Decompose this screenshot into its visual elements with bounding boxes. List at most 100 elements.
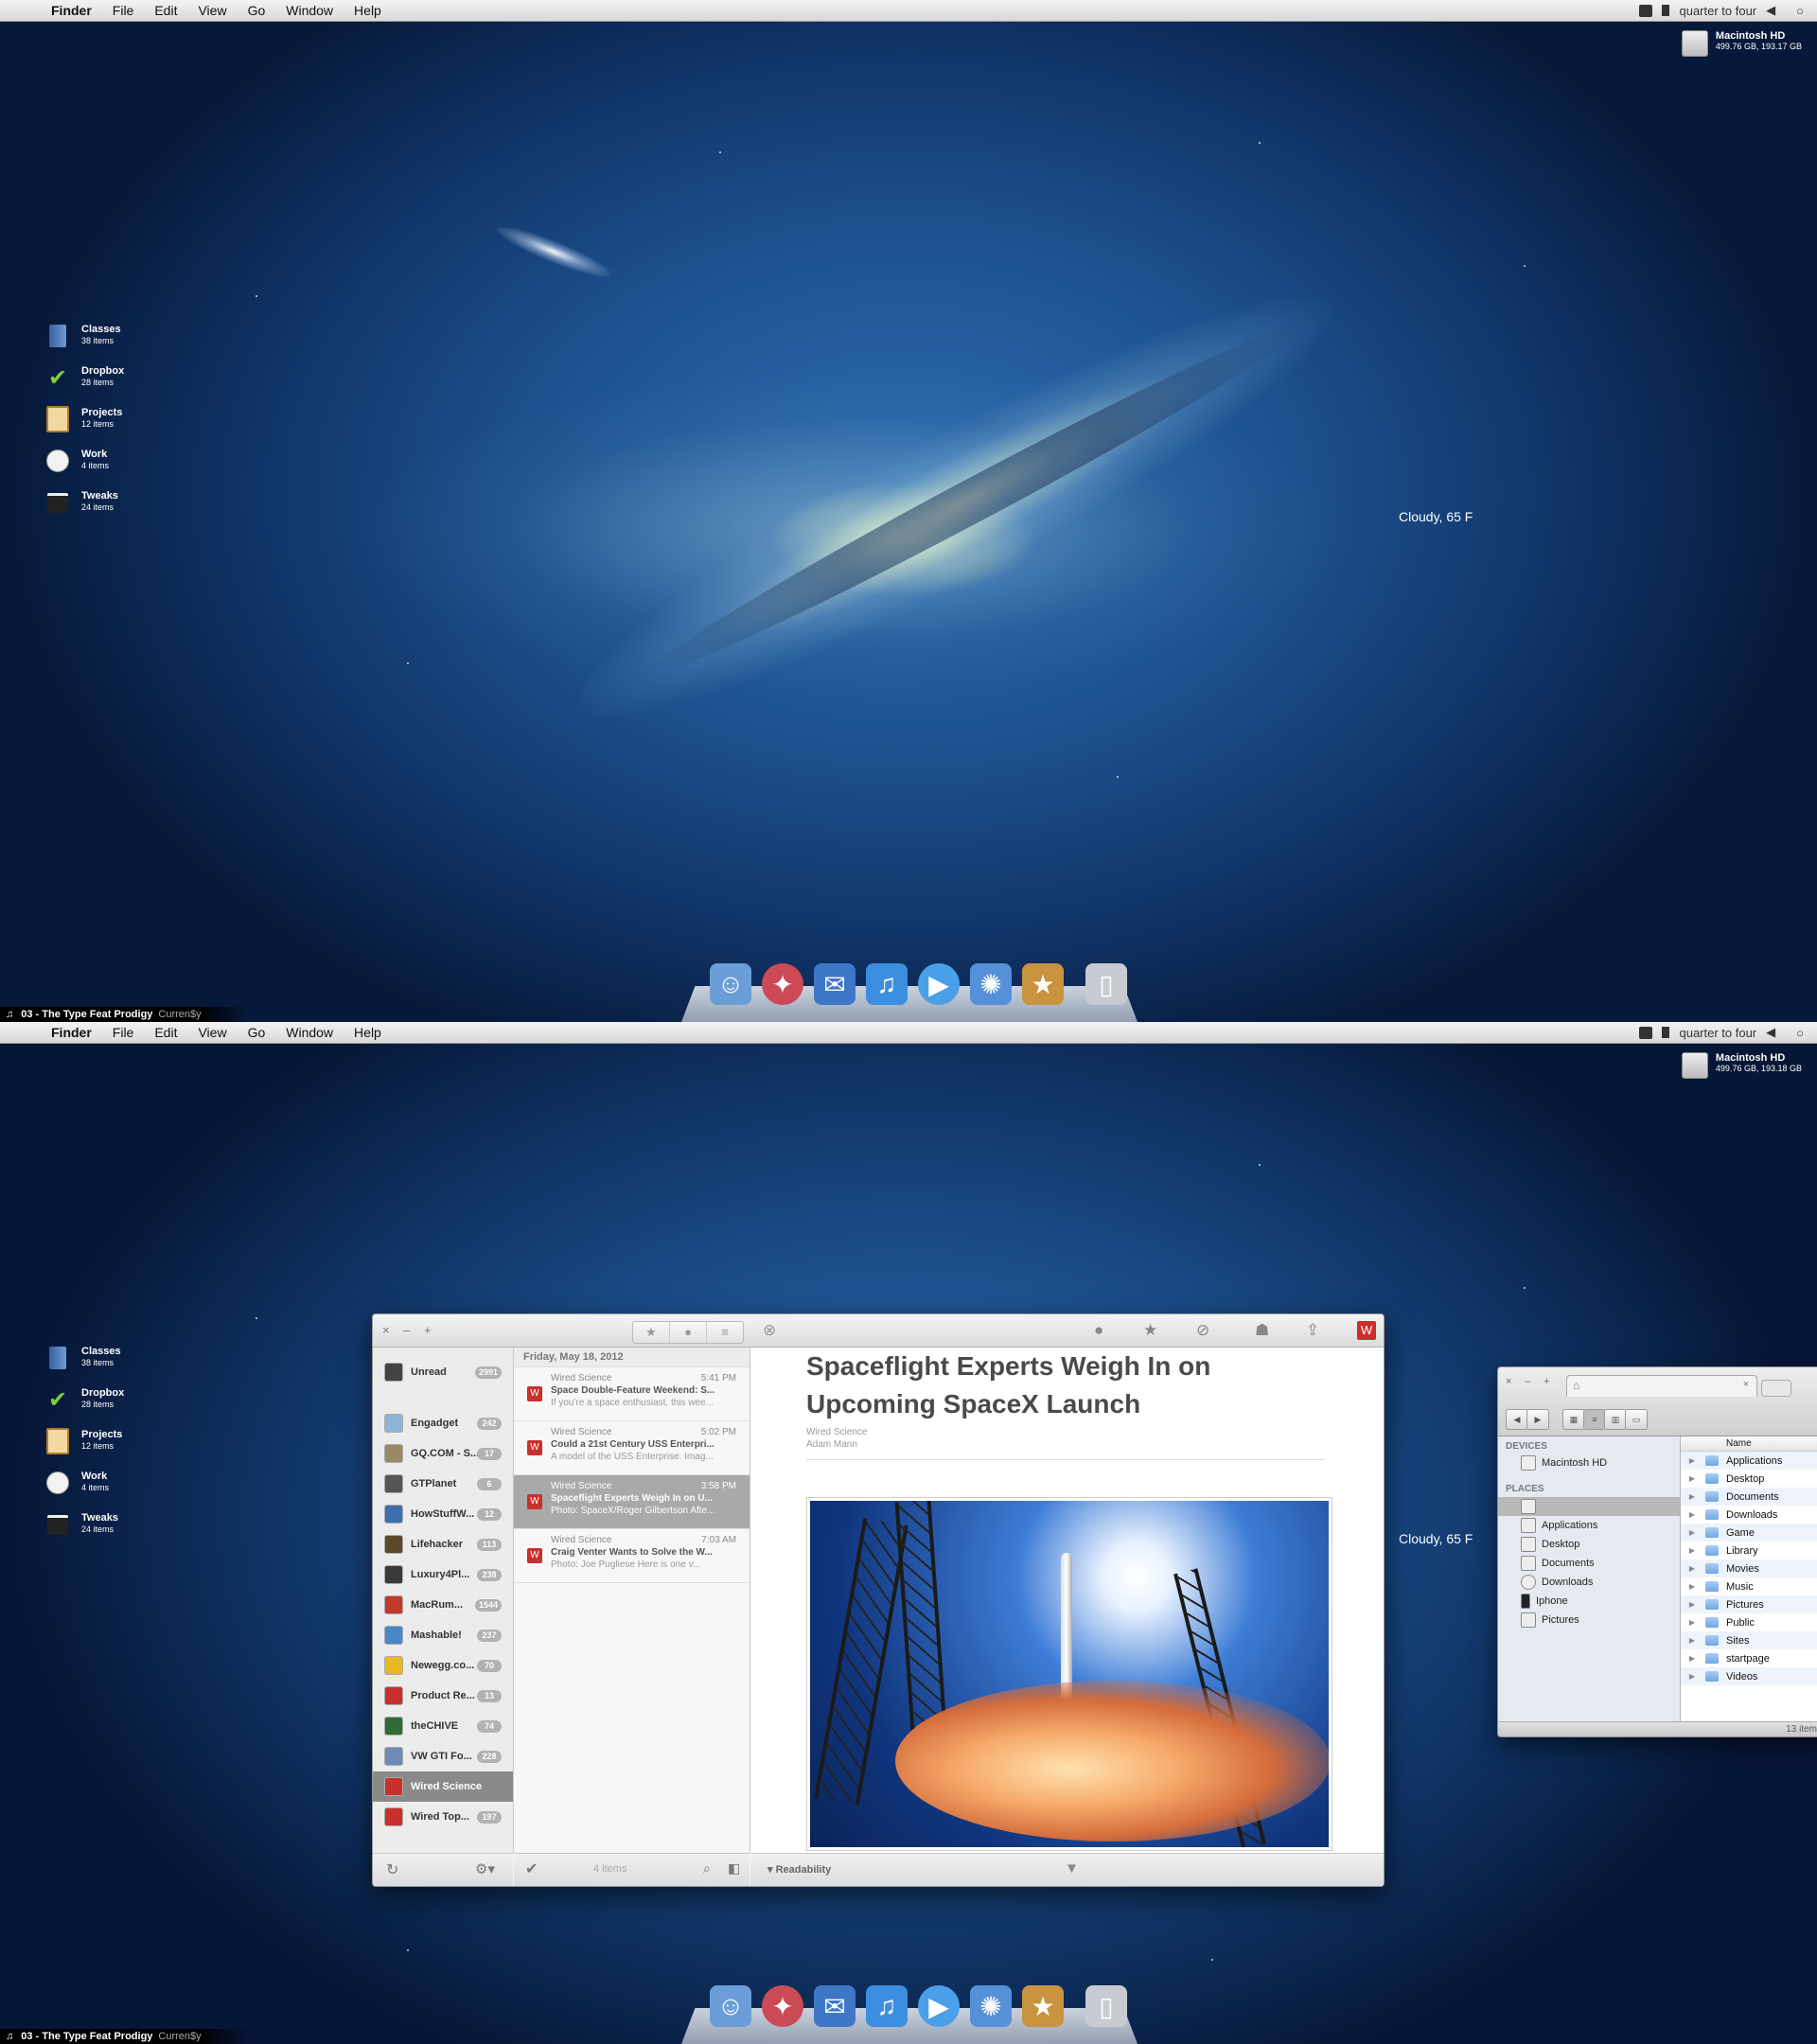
feed-item[interactable]: MacRum... 1544	[373, 1590, 513, 1620]
column-header-name[interactable]: Name	[1681, 1436, 1817, 1452]
all-filter-icon[interactable]: ≡	[707, 1322, 743, 1343]
menu-edit[interactable]: Edit	[154, 1025, 177, 1040]
mail-icon[interactable]: ✉	[814, 1985, 856, 2027]
mark-unread-icon[interactable]: ●	[1094, 1321, 1103, 1340]
finder-icon[interactable]: ☺	[710, 1985, 751, 2027]
menu-help[interactable]: Help	[354, 3, 381, 18]
feed-item[interactable]: Unread 2991	[373, 1357, 513, 1387]
feed-item[interactable]: Lifehacker 113	[373, 1529, 513, 1559]
menu-window[interactable]: Window	[286, 3, 333, 18]
feed-item[interactable]: GTPlanet 6	[373, 1469, 513, 1499]
menu-file[interactable]: File	[113, 3, 134, 18]
file-row[interactable]: ▶ Applications	[1681, 1452, 1817, 1470]
sidebar-item-desktop[interactable]: Desktop	[1521, 1535, 1579, 1554]
zoom-icon[interactable]: +	[1544, 1376, 1549, 1387]
feed-item[interactable]: HowStuffW... 12	[373, 1499, 513, 1529]
preview-icon[interactable]: ✺	[970, 963, 1012, 1005]
bookmark-icon[interactable]	[1662, 1027, 1670, 1038]
shelf-item-projects[interactable]: Projects 12 items	[45, 1428, 124, 1471]
feed-item[interactable]: Mashable! 237	[373, 1620, 513, 1650]
article-list-item[interactable]: W Wired Science 7:03 AM Craig Venter Wants …	[514, 1529, 750, 1583]
star-icon[interactable]: ★	[1143, 1321, 1157, 1340]
column-view-button[interactable]: ▥	[1604, 1409, 1627, 1430]
sidebar-item-home[interactable]	[1498, 1497, 1680, 1516]
icon-view-button[interactable]: ▦	[1562, 1409, 1585, 1430]
file-row[interactable]: ▶ Game	[1681, 1524, 1817, 1542]
feed-item[interactable]: Wired Science	[373, 1771, 513, 1802]
disclosure-triangle-icon[interactable]: ▶	[1685, 1636, 1700, 1645]
sidebar-item-pictures[interactable]: Pictures	[1521, 1611, 1579, 1630]
shelf-item-classes[interactable]: Classes 38 items	[45, 324, 124, 365]
file-row[interactable]: ▶ Music	[1681, 1577, 1817, 1595]
disclosure-triangle-icon[interactable]: ▶	[1685, 1582, 1700, 1591]
file-row[interactable]: ▶ Desktop	[1681, 1470, 1817, 1488]
ichat-icon[interactable]: ▶	[918, 963, 960, 1005]
disclosure-triangle-icon[interactable]: ▶	[1685, 1546, 1700, 1555]
feed-item[interactable]: Newegg.co... 70	[373, 1650, 513, 1681]
sidebar-item-macintosh-hd[interactable]: Macintosh HD	[1521, 1454, 1607, 1472]
itunes-icon[interactable]: ♫	[866, 963, 908, 1005]
menu-app-name[interactable]: Finder	[51, 1025, 92, 1040]
disclosure-triangle-icon[interactable]: ▶	[1685, 1600, 1700, 1609]
menu-view[interactable]: View	[198, 3, 226, 18]
mark-all-read-icon[interactable]: ✔	[525, 1859, 538, 1878]
file-row[interactable]: ▶ Movies	[1681, 1559, 1817, 1577]
menu-go[interactable]: Go	[248, 3, 266, 18]
status-menu-icon[interactable]	[1639, 1026, 1653, 1039]
menu-go[interactable]: Go	[248, 1025, 266, 1040]
preview-icon[interactable]: ✺	[970, 1985, 1012, 2027]
disclosure-triangle-icon[interactable]: ▶	[1685, 1564, 1700, 1573]
file-row[interactable]: ▶ Public	[1681, 1613, 1817, 1631]
volume-icon[interactable]: ◀	[1766, 3, 1775, 18]
coverflow-view-button[interactable]: ▭	[1625, 1409, 1648, 1430]
file-row[interactable]: ▶ Pictures	[1681, 1595, 1817, 1613]
sidebar-item-downloads[interactable]: Downloads	[1521, 1573, 1593, 1592]
menu-file[interactable]: File	[113, 1025, 134, 1040]
sidebar-item-applications[interactable]: Applications	[1521, 1516, 1597, 1535]
disclosure-triangle-icon[interactable]: ▶	[1685, 1492, 1700, 1501]
starred-filter-icon[interactable]: ★	[633, 1322, 670, 1343]
file-row[interactable]: ▶ startpage	[1681, 1649, 1817, 1667]
safari-icon[interactable]: ✦	[762, 963, 803, 1005]
status-menu-icon[interactable]	[1639, 4, 1653, 17]
file-row[interactable]: ▶ Documents	[1681, 1488, 1817, 1506]
close-article-icon[interactable]: ⊗	[763, 1321, 776, 1340]
menu-window[interactable]: Window	[286, 1025, 333, 1040]
sidebar-item-documents[interactable]: Documents	[1521, 1554, 1595, 1573]
sidebar-toggle-icon[interactable]: ◧	[728, 1860, 740, 1877]
sidebar-item-iphone[interactable]: Iphone	[1521, 1592, 1568, 1611]
file-row[interactable]: ▶ Downloads	[1681, 1506, 1817, 1524]
unread-filter-icon[interactable]: ●	[670, 1322, 707, 1343]
list-view-button[interactable]: ≡	[1583, 1409, 1606, 1430]
shelf-item-projects[interactable]: Projects 12 items	[45, 406, 124, 449]
shelf-item-dropbox[interactable]: ✔ Dropbox 28 items	[45, 1387, 124, 1429]
feed-item[interactable]: VW GTI Fo... 228	[373, 1741, 513, 1771]
close-icon[interactable]: ×	[1506, 1376, 1511, 1387]
trash-icon[interactable]: ▯	[1085, 1985, 1127, 2027]
spotlight-icon[interactable]: ○	[1796, 4, 1804, 18]
volume-icon[interactable]: ◀	[1766, 1025, 1775, 1040]
readability-toggle[interactable]: ▾ Readability	[767, 1863, 831, 1876]
shelf-item-work[interactable]: Work 4 items	[45, 1471, 124, 1512]
zoom-icon[interactable]: +	[424, 1323, 432, 1337]
feed-item[interactable]: GQ.COM - S... 17	[373, 1438, 513, 1469]
mail-icon[interactable]: ✉	[814, 963, 856, 1005]
search-icon[interactable]: ⌕	[703, 1860, 711, 1877]
archive-icon[interactable]: ★	[1022, 1985, 1064, 2027]
file-row[interactable]: ▶ Sites	[1681, 1631, 1817, 1649]
share-link-icon[interactable]: ⊘	[1196, 1321, 1209, 1340]
new-tab-button[interactable]	[1761, 1380, 1791, 1397]
menu-clock[interactable]: quarter to four	[1679, 1026, 1756, 1040]
archive-icon[interactable]: ★	[1022, 963, 1064, 1005]
feed-item[interactable]: theCHIVE 74	[373, 1711, 513, 1741]
disclosure-triangle-icon[interactable]: ▶	[1685, 1456, 1700, 1465]
wired-icon[interactable]: W	[1357, 1321, 1376, 1340]
disclosure-triangle-icon[interactable]: ▶	[1685, 1654, 1700, 1663]
menu-app-name[interactable]: Finder	[51, 3, 92, 18]
disclosure-triangle-icon[interactable]: ▶	[1685, 1528, 1700, 1537]
share-icon[interactable]: ⇪	[1306, 1321, 1319, 1340]
feed-item[interactable]: Engadget 242	[373, 1408, 513, 1438]
shelf-item-work[interactable]: Work 4 items	[45, 449, 124, 490]
forward-button[interactable]: ▶	[1526, 1409, 1549, 1430]
spotlight-icon[interactable]: ○	[1796, 1026, 1804, 1040]
